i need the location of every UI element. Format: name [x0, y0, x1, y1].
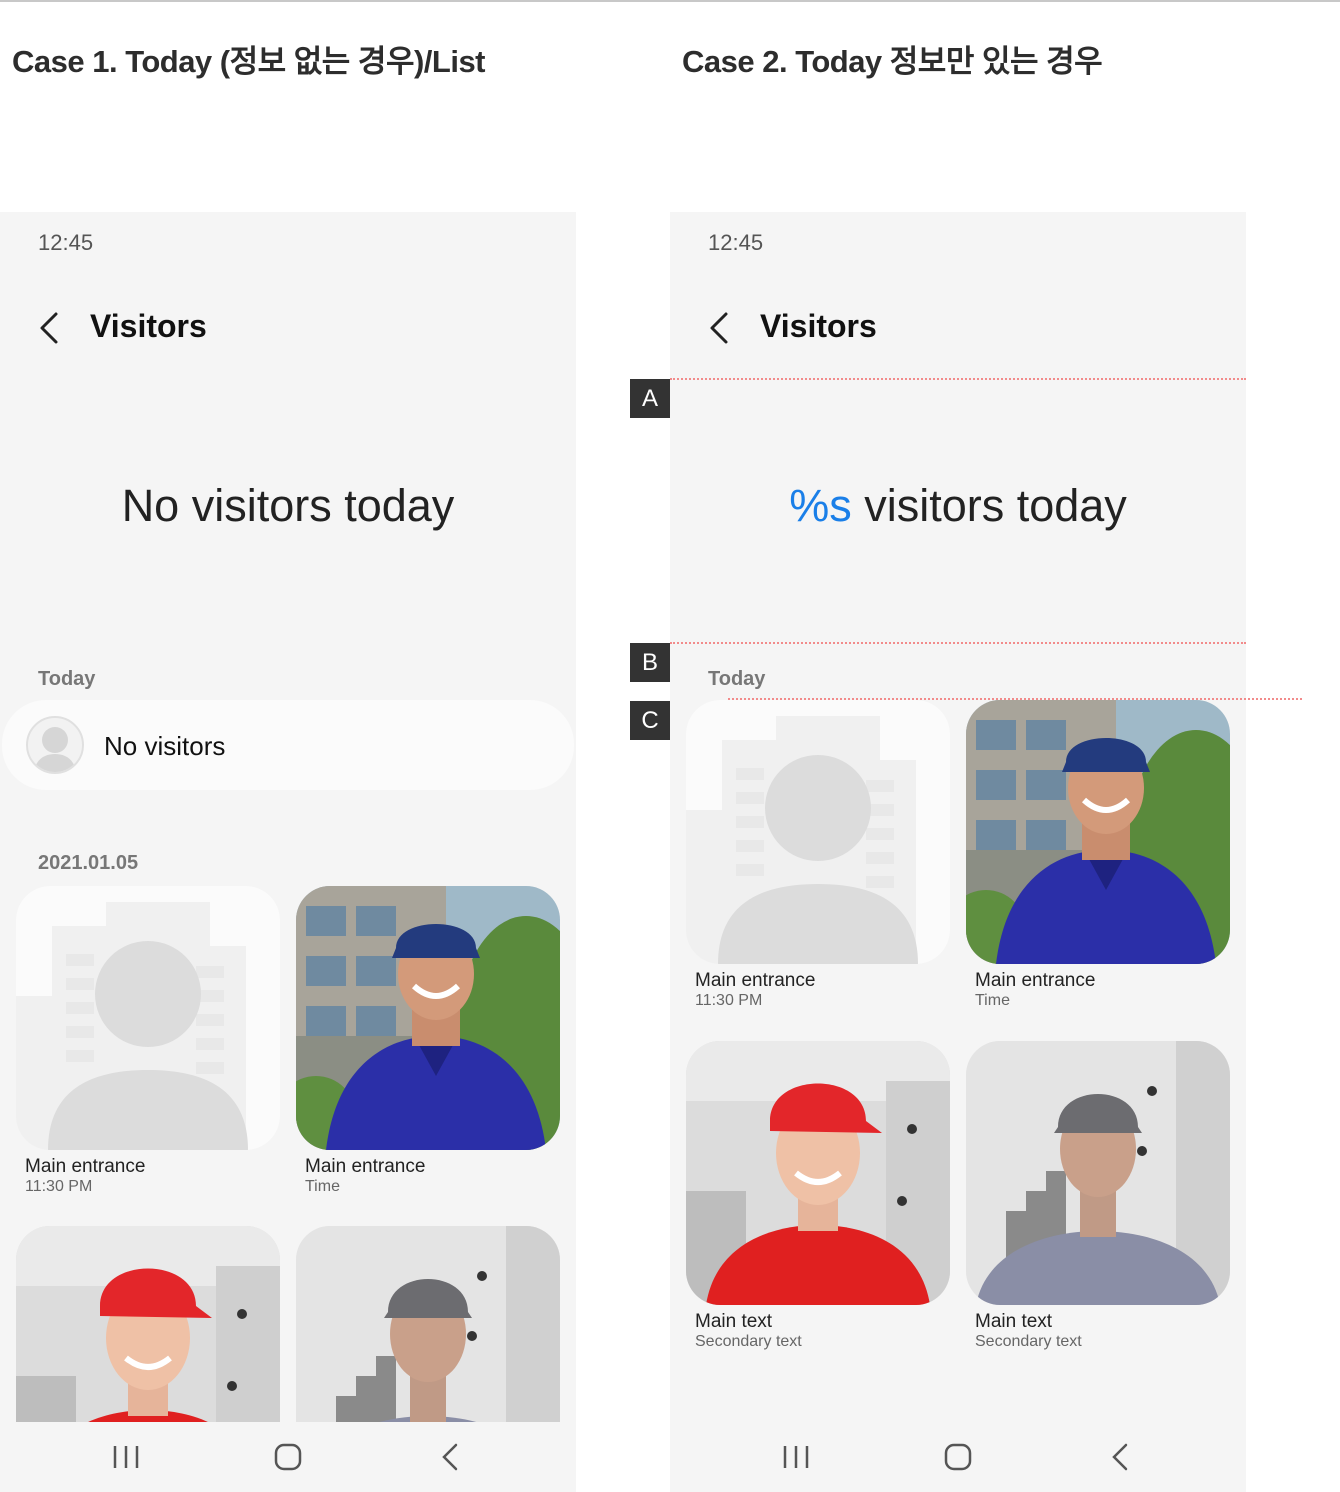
case1-title: Case 1. Today (정보 없는 경우)/List: [12, 44, 486, 79]
back-button[interactable]: [706, 310, 740, 346]
tile-secondary-text: Secondary text: [695, 1333, 802, 1350]
home-icon: [274, 1443, 302, 1471]
visitor-tile[interactable]: [686, 1041, 950, 1305]
recent-apps-button[interactable]: [776, 1440, 816, 1474]
no-visitors-label: No visitors: [104, 731, 226, 761]
nav-back-button[interactable]: [430, 1440, 470, 1474]
visitor-count: %s: [789, 480, 852, 531]
visitor-tile[interactable]: [686, 700, 950, 964]
section-label-today: Today: [38, 668, 96, 690]
chevron-left-icon: [710, 312, 728, 344]
status-time: 12:45: [38, 230, 94, 255]
visitor-placeholder-image: [16, 886, 280, 1150]
visitor-placeholder-image: [686, 700, 950, 964]
visitor-tile[interactable]: [966, 1041, 1230, 1305]
section-label-date: 2021.01.05: [38, 852, 139, 874]
back-button[interactable]: [36, 310, 70, 346]
recent-apps-button[interactable]: [106, 1440, 146, 1474]
tile-caption: Main entrance 11:30 PM: [25, 1156, 289, 1196]
back-icon: [1112, 1443, 1128, 1471]
case2-title: Case 2. Today 정보만 있는 경우: [682, 44, 1103, 79]
visitor-summary-text: visitors today: [851, 480, 1127, 531]
visitor-photo: [966, 1041, 1230, 1305]
recent-apps-icon: [783, 1446, 809, 1468]
page-title: Visitors: [760, 308, 877, 344]
guide-line-b: [670, 642, 1246, 644]
visitor-summary: No visitors today: [121, 480, 455, 531]
navigation-bar: [670, 1422, 1246, 1492]
visitor-tile[interactable]: [16, 886, 280, 1150]
visitor-tile[interactable]: [296, 886, 560, 1150]
tile-secondary-text: Time: [305, 1178, 340, 1195]
tile-secondary-text: Time: [975, 992, 1010, 1009]
guide-line-c: [728, 698, 1302, 700]
home-button[interactable]: [938, 1440, 978, 1474]
tile-secondary-text: 11:30 PM: [695, 992, 763, 1009]
tile-caption: Main entrance Time: [305, 1156, 569, 1196]
chevron-left-icon: [40, 312, 58, 344]
tile-main-text: Main entrance: [25, 1156, 146, 1177]
navigation-bar: [0, 1422, 576, 1492]
case2-phone-screen: 12:45 Visitors %s visitors today Today M…: [670, 212, 1246, 1492]
visitor-summary: %s visitors today: [670, 480, 1246, 532]
back-icon: [442, 1443, 458, 1471]
tile-main-text: Main text: [695, 1311, 773, 1332]
spec-marker-c: C: [630, 701, 670, 740]
person-placeholder-icon: [34, 727, 76, 772]
tile-main-text: Main text: [975, 1311, 1053, 1332]
visitor-photo: [296, 886, 560, 1150]
tile-caption: Main entrance 11:30 PM: [695, 970, 959, 1010]
avatar: [26, 716, 84, 774]
tile-main-text: Main entrance: [695, 970, 816, 991]
visitor-photo: [686, 1041, 950, 1305]
tile-caption: Main entrance Time: [975, 970, 1239, 1010]
spec-marker-a: A: [630, 379, 670, 418]
no-visitors-item: No visitors: [2, 700, 574, 790]
tile-secondary-text: 11:30 PM: [25, 1178, 93, 1195]
recent-apps-icon: [113, 1446, 139, 1468]
home-button[interactable]: [268, 1440, 308, 1474]
tile-caption: Main text Secondary text: [975, 1311, 1239, 1351]
page-title: Visitors: [90, 308, 207, 344]
nav-back-button[interactable]: [1100, 1440, 1140, 1474]
spec-marker-b: B: [630, 643, 670, 682]
status-time: 12:45: [708, 230, 764, 255]
visitor-photo: [966, 700, 1230, 964]
tile-main-text: Main entrance: [305, 1156, 426, 1177]
tile-caption: Main text Secondary text: [695, 1311, 959, 1351]
tile-secondary-text: Secondary text: [975, 1333, 1082, 1350]
top-divider: [0, 0, 1340, 2]
section-label-today: Today: [708, 668, 766, 690]
home-icon: [944, 1443, 972, 1471]
case1-phone-screen: 12:45 Visitors No visitors today Today N…: [0, 212, 576, 1492]
visitor-tile[interactable]: [966, 700, 1230, 964]
guide-line-a: [670, 378, 1246, 380]
tile-main-text: Main entrance: [975, 970, 1096, 991]
